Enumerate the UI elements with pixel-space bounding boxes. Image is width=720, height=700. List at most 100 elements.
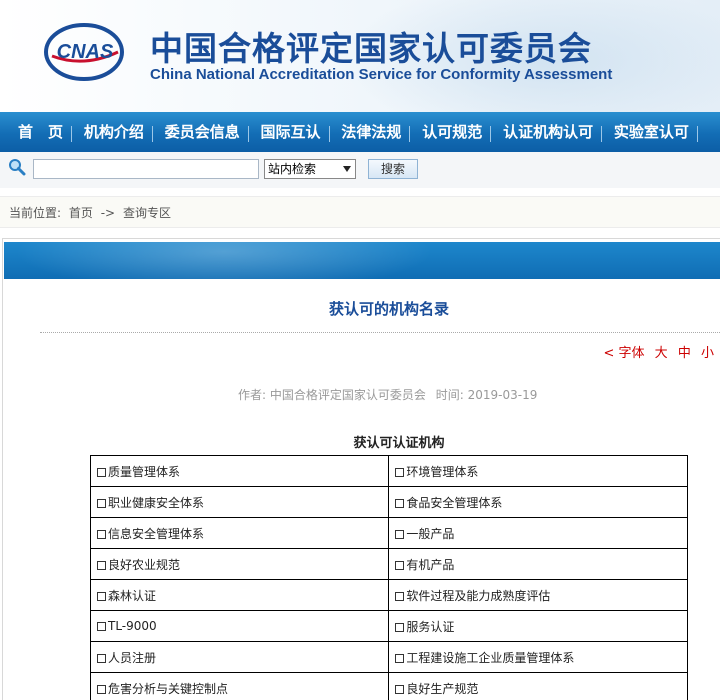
- category-label: 信息安全管理体系: [108, 526, 205, 541]
- checkbox[interactable]: [395, 684, 405, 694]
- search-scope-select[interactable]: 站内检索: [264, 159, 356, 179]
- table-row: 职业健康安全体系 食品安全管理体系: [89, 486, 688, 518]
- table-cell: 一般产品: [388, 517, 688, 549]
- category-label: 工程建设施工企业质量管理体系: [406, 650, 575, 665]
- table-cell: 森林认证: [89, 579, 390, 611]
- checkbox[interactable]: [395, 560, 405, 570]
- checkbox[interactable]: [395, 653, 405, 663]
- checkbox[interactable]: [395, 622, 405, 632]
- nav-home[interactable]: 首 页: [0, 112, 69, 152]
- nav-divider: [696, 125, 698, 142]
- nav-committee[interactable]: 委员会信息: [159, 112, 246, 152]
- chevron-down-icon: [343, 166, 351, 172]
- table-cell: 质量管理体系: [89, 455, 390, 487]
- category-label: 有机产品: [406, 557, 455, 572]
- checkbox[interactable]: [97, 653, 106, 663]
- article-meta: 作者: 中国合格评定国家认可委员会 时间: 2019-03-19: [238, 386, 537, 403]
- checkbox[interactable]: [97, 560, 106, 570]
- search-button[interactable]: 搜索: [368, 159, 418, 179]
- category-label: 质量管理体系: [108, 464, 181, 479]
- checkbox[interactable]: [97, 467, 106, 477]
- time-label: 时间:: [435, 388, 464, 402]
- section-title: 获认可认证机构: [353, 436, 445, 451]
- nav-divider: [151, 125, 153, 142]
- category-label: 良好生产规范: [406, 681, 479, 696]
- table-row: 危害分析与关键控制点 良好生产规范: [89, 672, 688, 700]
- nav-cert-body[interactable]: 认证机构认可: [497, 112, 599, 152]
- checkbox[interactable]: [395, 498, 405, 508]
- category-label: 良好农业规范: [108, 557, 181, 572]
- category-label: 人员注册: [108, 650, 157, 665]
- nav-divider: [490, 125, 492, 142]
- table-cell: 良好生产规范: [388, 672, 688, 700]
- nav-about[interactable]: 机构介绍: [78, 112, 150, 152]
- checkbox[interactable]: [97, 529, 106, 539]
- nav-divider: [247, 125, 249, 142]
- breadcrumb-home[interactable]: 首页: [69, 206, 93, 220]
- category-label: 危害分析与关键控制点: [108, 681, 229, 696]
- cnas-logo[interactable]: CNAS: [44, 22, 126, 82]
- table-cell: TL-9000: [89, 610, 390, 642]
- breadcrumb-label: 当前位置:: [9, 206, 62, 220]
- checkbox[interactable]: [395, 467, 405, 477]
- breadcrumb: 当前位置: 首页 -> 查询专区: [9, 204, 175, 221]
- table-row: 人员注册 工程建设施工企业质量管理体系: [89, 641, 688, 673]
- table-cell: 环境管理体系: [388, 455, 688, 487]
- category-label: 职业健康安全体系: [108, 495, 205, 510]
- table-row: 良好农业规范 有机产品: [89, 548, 688, 580]
- category-label: 服务认证: [406, 619, 455, 634]
- site-header: CNAS 中国合格评定国家认可委员会 China National Accred…: [0, 0, 720, 112]
- breadcrumb-arrow: ->: [100, 206, 116, 220]
- font-size-label: < 字体: [603, 346, 645, 361]
- table-cell: 良好农业规范: [89, 548, 390, 580]
- logo-text: CNAS: [57, 41, 114, 63]
- nav-laws[interactable]: 法律法规: [335, 112, 407, 152]
- checkbox[interactable]: [97, 684, 106, 694]
- table-row: 信息安全管理体系 一般产品: [89, 517, 688, 549]
- font-size-small[interactable]: 小: [701, 346, 714, 361]
- checkbox[interactable]: [97, 622, 106, 631]
- main-nav: 首 页 机构介绍 委员会信息 国际互认 法律法规 认可规范 认证机构认可 实验室…: [0, 112, 720, 152]
- cert-category-table: 质量管理体系 环境管理体系职业健康安全体系 食品安全管理体系信息安全管理体系 一般产品…: [89, 455, 688, 700]
- table-cell: 信息安全管理体系: [89, 517, 390, 549]
- checkbox[interactable]: [97, 498, 106, 508]
- table-row: 质量管理体系 环境管理体系: [89, 455, 688, 487]
- site-title-en: China National Accreditation Service for…: [150, 66, 613, 83]
- search-scope-value: 站内检索: [268, 162, 317, 176]
- font-size-medium[interactable]: 中: [678, 346, 691, 361]
- table-cell: 工程建设施工企业质量管理体系: [388, 641, 688, 673]
- category-label: 食品安全管理体系: [406, 495, 503, 510]
- table-row: 森林认证 软件过程及能力成熟度评估: [89, 579, 688, 611]
- table-cell: 职业健康安全体系: [89, 486, 390, 518]
- category-label: 环境管理体系: [406, 464, 479, 479]
- checkbox[interactable]: [97, 591, 106, 601]
- table-cell: 人员注册: [89, 641, 390, 673]
- table-cell: 服务认证: [388, 610, 688, 642]
- article-title: 获认可的机构名录: [328, 300, 449, 318]
- nav-norms[interactable]: 认可规范: [416, 112, 488, 152]
- banner-sheen: [14, 242, 434, 279]
- category-label: 森林认证: [108, 588, 157, 603]
- checkbox[interactable]: [395, 529, 405, 539]
- search-input[interactable]: [33, 159, 259, 179]
- category-label: 一般产品: [406, 526, 455, 541]
- nav-international[interactable]: 国际互认: [255, 112, 327, 152]
- site-title-cn: 中国合格评定国家认可委员会: [150, 29, 592, 68]
- nav-lab[interactable]: 实验室认可: [608, 112, 695, 152]
- font-size-control: < 字体 大 中 小: [598, 342, 715, 361]
- font-size-large[interactable]: 大: [655, 346, 668, 361]
- table-cell: 有机产品: [388, 548, 688, 580]
- search-icon: [9, 159, 26, 176]
- table-cell: 危害分析与关键控制点: [89, 672, 390, 700]
- nav-divider: [71, 125, 73, 142]
- table-row: TL-9000 服务认证: [89, 610, 688, 642]
- nav-divider: [601, 125, 603, 142]
- nav-divider: [409, 125, 411, 142]
- author-name: 中国合格评定国家认可委员会: [269, 388, 426, 402]
- checkbox[interactable]: [395, 591, 405, 601]
- publish-date: 2019-03-19: [467, 388, 538, 402]
- table-cell: 软件过程及能力成熟度评估: [388, 579, 688, 611]
- title-divider: [40, 332, 720, 333]
- content-banner: [4, 242, 720, 279]
- breadcrumb-current[interactable]: 查询专区: [123, 206, 171, 220]
